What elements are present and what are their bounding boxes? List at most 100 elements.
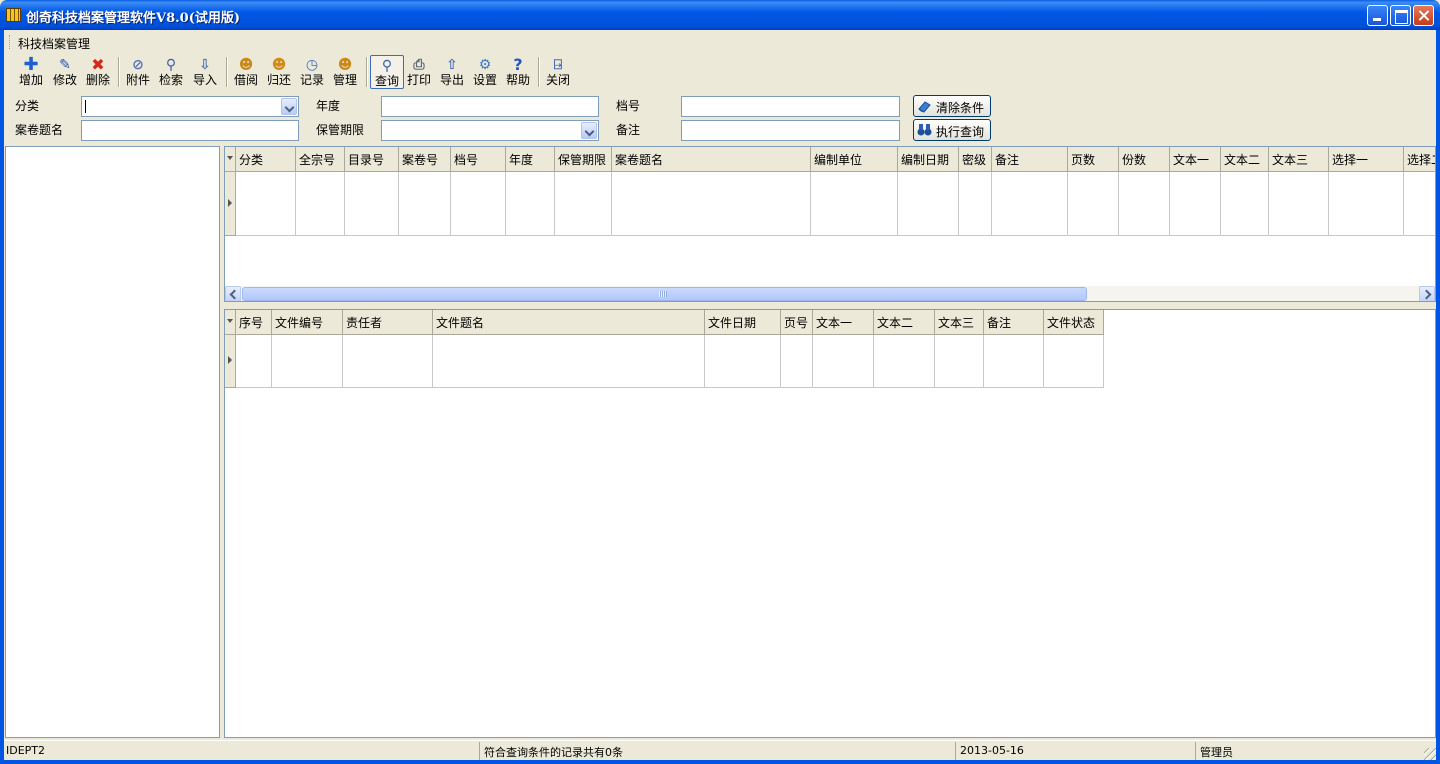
query-button[interactable]: ⚲ 查询 (370, 55, 404, 89)
grid-cell[interactable] (1404, 172, 1435, 236)
execute-query-button[interactable]: 执行查询 (913, 119, 991, 141)
column-header[interactable]: 文件编号 (272, 310, 343, 335)
menu-item-archive-management[interactable]: 科技档案管理 (18, 35, 90, 52)
scroll-left-icon[interactable] (225, 286, 241, 301)
category-tree-panel[interactable] (5, 146, 220, 738)
grid-cell[interactable] (236, 172, 296, 236)
grid-cell[interactable] (874, 335, 935, 388)
retention-combo[interactable] (381, 120, 599, 141)
grid-cell[interactable] (451, 172, 506, 236)
archive-no-input[interactable] (681, 96, 900, 117)
settings-button[interactable]: ⚙ 设置 (468, 55, 502, 89)
column-header[interactable]: 编制单位 (811, 147, 898, 172)
grid-cell[interactable] (1068, 172, 1119, 236)
column-header[interactable]: 文件状态 (1044, 310, 1104, 335)
column-header[interactable]: 备注 (992, 147, 1068, 172)
grid-cell[interactable] (992, 172, 1068, 236)
return-button[interactable]: ☻ 归还 (262, 55, 296, 89)
maximize-button[interactable] (1390, 5, 1411, 26)
grid-cell[interactable] (433, 335, 705, 388)
chevron-down-icon[interactable] (281, 98, 297, 115)
grid-cell[interactable] (811, 172, 898, 236)
column-header[interactable]: 目录号 (345, 147, 399, 172)
grid-cell[interactable] (296, 172, 345, 236)
grid-cell[interactable] (343, 335, 433, 388)
grid-cell[interactable] (898, 172, 959, 236)
files-grid[interactable]: 序号文件编号责任者文件题名文件日期页号文本一文本二文本三备注文件状态 .grid… (224, 309, 1436, 738)
borrow-button[interactable]: ☻ 借阅 (229, 55, 263, 89)
column-header[interactable]: 页数 (1068, 147, 1119, 172)
year-input[interactable] (381, 96, 599, 117)
delete-button[interactable]: ✖ 删除 (81, 55, 115, 89)
column-header[interactable]: 备注 (984, 310, 1044, 335)
grid-cell[interactable] (1329, 172, 1404, 236)
grid-cell[interactable] (1170, 172, 1221, 236)
column-header[interactable]: 分类 (236, 147, 296, 172)
manage-button[interactable]: ☻ 管理 (328, 55, 362, 89)
add-button[interactable]: ✚ 增加 (14, 55, 48, 89)
column-header[interactable]: 文本二 (874, 310, 935, 335)
grid-cell[interactable] (272, 335, 343, 388)
grid-cell[interactable] (1221, 172, 1269, 236)
record-button[interactable]: ◷ 记录 (295, 55, 329, 89)
grid-cell[interactable] (345, 172, 399, 236)
grid-cell[interactable] (555, 172, 612, 236)
grid-cell[interactable] (1119, 172, 1170, 236)
column-header[interactable]: 页号 (781, 310, 813, 335)
edit-button[interactable]: ✎ 修改 (48, 55, 82, 89)
column-header[interactable]: 档号 (451, 147, 506, 172)
help-button[interactable]: ? 帮助 (501, 55, 535, 89)
column-header[interactable]: 序号 (236, 310, 272, 335)
grid-cell[interactable] (984, 335, 1044, 388)
scrollbar-thumb[interactable] (242, 287, 1087, 301)
row-selector[interactable]: .grid2 .rowhead::after{top:21px} (225, 335, 236, 388)
column-header[interactable]: 编制日期 (898, 147, 959, 172)
grid-cell[interactable] (1044, 335, 1104, 388)
clear-conditions-button[interactable]: 清除条件 (913, 95, 991, 117)
column-header[interactable]: 文本三 (935, 310, 984, 335)
grid-cell[interactable] (236, 335, 272, 388)
column-header[interactable]: 文本三 (1269, 147, 1329, 172)
column-header[interactable]: 文件日期 (705, 310, 781, 335)
minimize-button[interactable] (1367, 5, 1388, 26)
grid-cell[interactable] (959, 172, 992, 236)
column-header[interactable]: 密级 (959, 147, 992, 172)
grid-cell[interactable] (781, 335, 813, 388)
close-window-button[interactable] (1413, 5, 1434, 26)
column-header[interactable]: 选择二 (1404, 147, 1435, 172)
grid-cell[interactable] (705, 335, 781, 388)
column-header[interactable]: 责任者 (343, 310, 433, 335)
volumes-grid[interactable]: 分类 全宗号 目录号 案卷号 档号 年度 保管期限 案卷题名 编制单位 编制日期 密级 备注 页数 份数文… (224, 146, 1436, 302)
horizontal-scrollbar[interactable] (225, 286, 1435, 301)
resize-grip[interactable] (1424, 748, 1436, 760)
exit-button[interactable]: ⍈ 关闭 (541, 55, 575, 89)
import-button[interactable]: ⇩ 导入 (188, 55, 222, 89)
attachment-button[interactable]: ⊘ 附件 (121, 55, 155, 89)
column-header[interactable]: 份数 (1119, 147, 1170, 172)
column-header[interactable]: 文本一 (1170, 147, 1221, 172)
print-button[interactable]: ⎙ 打印 (402, 55, 436, 89)
category-combo[interactable] (81, 96, 299, 117)
column-header[interactable]: 年度 (506, 147, 555, 172)
remark-input[interactable] (681, 120, 900, 141)
column-header[interactable]: 选择一 (1329, 147, 1404, 172)
grid-cell[interactable] (399, 172, 451, 236)
column-header[interactable]: 文本一 (813, 310, 874, 335)
column-header[interactable]: 文本二 (1221, 147, 1269, 172)
grid-cell[interactable] (506, 172, 555, 236)
column-header[interactable]: 文件题名 (433, 310, 705, 335)
search-button[interactable]: ⚲ 检索 (154, 55, 188, 89)
chevron-down-icon[interactable] (581, 122, 597, 139)
grid-cell[interactable] (935, 335, 984, 388)
volume-title-input[interactable] (81, 120, 299, 141)
grid-cell[interactable] (1269, 172, 1329, 236)
column-header[interactable]: 案卷号 (399, 147, 451, 172)
column-header[interactable]: 全宗号 (296, 147, 345, 172)
export-button[interactable]: ⇧ 导出 (435, 55, 469, 89)
scroll-right-icon[interactable] (1419, 286, 1435, 301)
row-selector[interactable]: .grid1 .rowhead::after{top:27px} (225, 172, 236, 236)
grid-cell[interactable] (612, 172, 811, 236)
column-header[interactable]: 保管期限 (555, 147, 612, 172)
column-header[interactable]: 案卷题名 (612, 147, 811, 172)
grid-cell[interactable] (813, 335, 874, 388)
